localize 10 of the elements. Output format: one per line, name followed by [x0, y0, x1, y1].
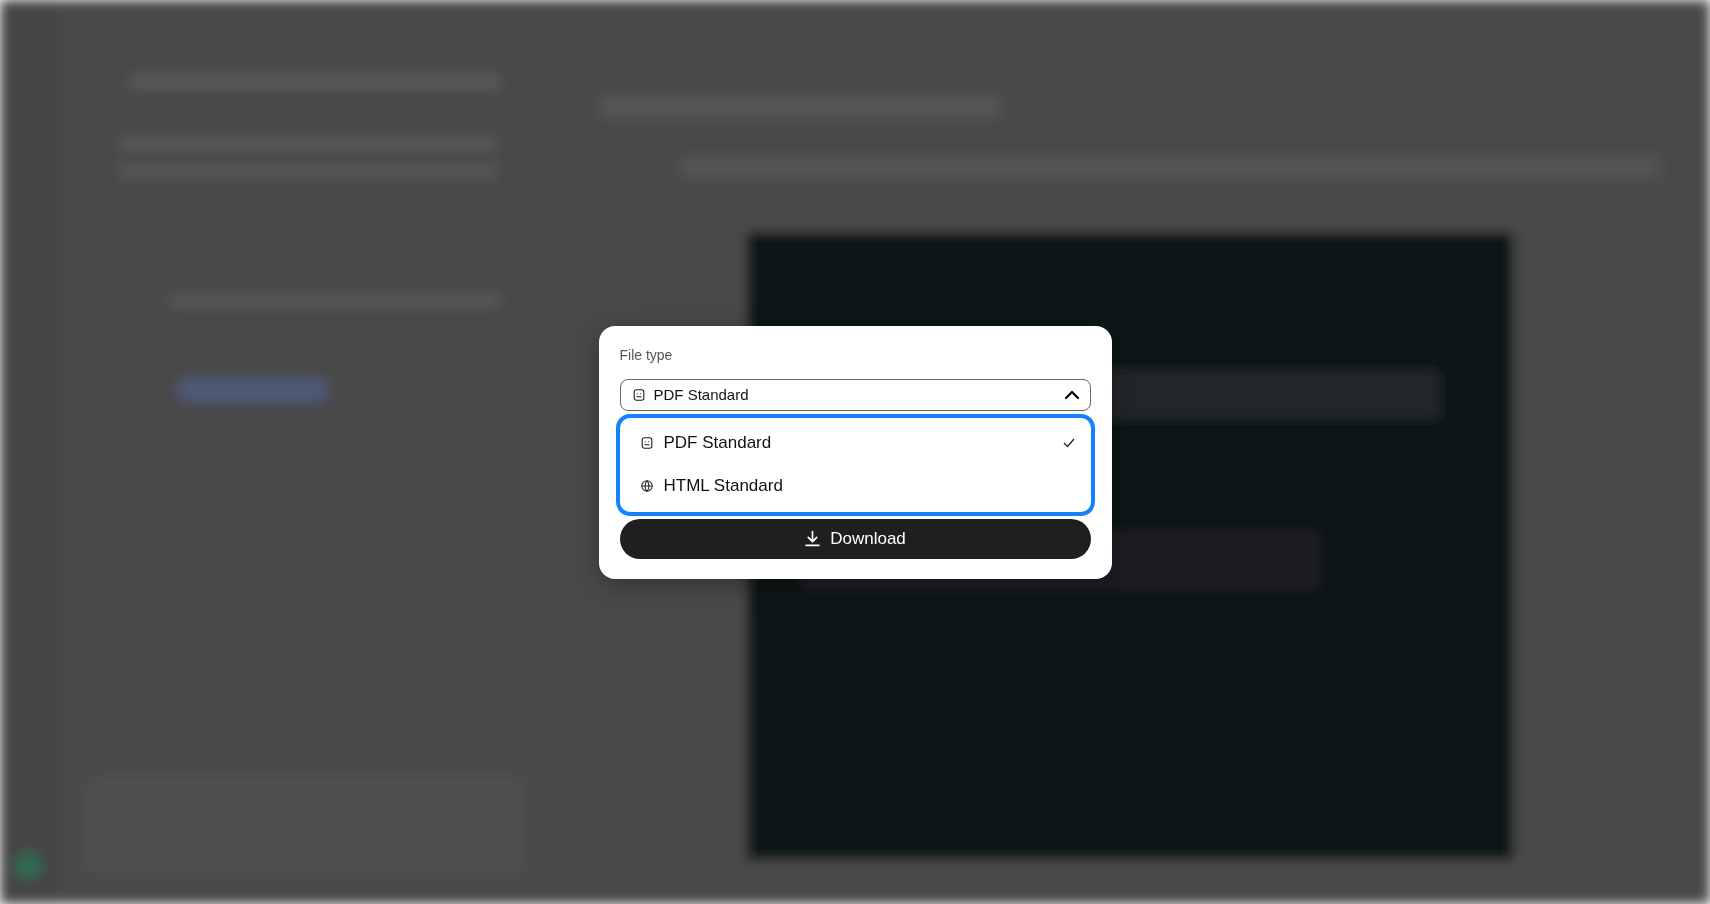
file-type-select[interactable]: PDF Standard [619, 378, 1091, 411]
dropdown-option[interactable]: HTML Standard [619, 464, 1091, 508]
download-button[interactable]: Download [619, 518, 1091, 559]
document-icon [631, 387, 646, 402]
file-type-label: File type [619, 346, 674, 363]
chevron-up-icon [1063, 389, 1080, 400]
globe-icon [639, 479, 654, 493]
dropdown-option[interactable]: PDF Standard [619, 421, 1091, 465]
document-icon [639, 436, 654, 450]
download-icon [804, 530, 822, 547]
